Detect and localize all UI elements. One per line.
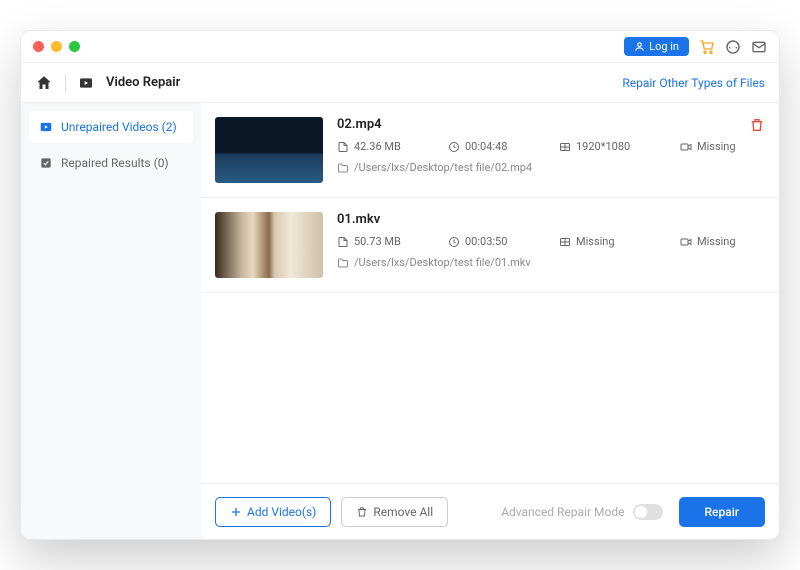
file-camera: Missing xyxy=(680,140,765,153)
divider xyxy=(65,74,66,92)
file-path: /Users/lxs/Desktop/test file/02.mp4 xyxy=(337,161,765,174)
file-card: 02.mp4 42.36 MB 00:04:48 xyxy=(201,103,779,198)
footer: Add Video(s) Remove All Advanced Repair … xyxy=(201,483,779,539)
file-name: 01.mkv xyxy=(337,212,765,227)
resolution-icon xyxy=(559,236,571,248)
titlebar-actions: Log in xyxy=(624,37,767,56)
trash-icon xyxy=(356,506,368,518)
camera-icon xyxy=(680,141,692,153)
login-label: Log in xyxy=(649,40,679,53)
home-icon[interactable] xyxy=(35,74,53,92)
titlebar: Log in xyxy=(21,31,779,63)
minimize-window[interactable] xyxy=(51,41,62,52)
resolution-icon xyxy=(559,141,571,153)
delete-button[interactable] xyxy=(749,117,765,133)
file-camera: Missing xyxy=(680,235,765,248)
sidebar-item-label: Unrepaired Videos (2) xyxy=(61,120,177,134)
thumbnail[interactable] xyxy=(215,117,323,183)
clock-icon xyxy=(448,236,460,248)
file-name: 02.mp4 xyxy=(337,117,765,132)
file-meta: 01.mkv 50.73 MB 00:03:50 xyxy=(337,212,765,278)
file-resolution: 1920*1080 xyxy=(559,140,654,153)
user-icon xyxy=(634,41,645,52)
thumbnail[interactable] xyxy=(215,212,323,278)
file-duration: 00:04:48 xyxy=(448,140,533,153)
results-icon xyxy=(39,156,53,170)
video-repair-icon xyxy=(78,75,94,91)
clock-icon xyxy=(448,141,460,153)
file-list: 02.mp4 42.36 MB 00:04:48 xyxy=(201,103,779,483)
file-resolution: Missing xyxy=(559,235,654,248)
advanced-toggle[interactable] xyxy=(633,504,663,520)
support-icon[interactable] xyxy=(725,39,741,55)
body: Unrepaired Videos (2) Repaired Results (… xyxy=(21,103,779,539)
sidebar-item-unrepaired[interactable]: Unrepaired Videos (2) xyxy=(29,111,193,143)
file-path: /Users/lxs/Desktop/test file/01.mkv xyxy=(337,256,765,269)
app-window: Log in Video Repair Repair Other Types xyxy=(20,30,780,540)
footer-left: Add Video(s) Remove All xyxy=(215,497,448,527)
remove-all-button[interactable]: Remove All xyxy=(341,497,448,527)
folder-icon xyxy=(337,257,349,269)
folder-icon xyxy=(337,162,349,174)
add-video-button[interactable]: Add Video(s) xyxy=(215,497,331,527)
file-meta: 02.mp4 42.36 MB 00:04:48 xyxy=(337,117,765,183)
meta-row: 50.73 MB 00:03:50 Missing xyxy=(337,235,765,248)
mail-icon[interactable] xyxy=(751,39,767,55)
window-controls xyxy=(33,41,80,52)
meta-row: 42.36 MB 00:04:48 1920*1080 xyxy=(337,140,765,153)
file-icon xyxy=(337,236,349,248)
file-size: 50.73 MB xyxy=(337,235,422,248)
advanced-mode: Advanced Repair Mode xyxy=(501,504,662,520)
header-left: Video Repair xyxy=(35,74,180,92)
maximize-window[interactable] xyxy=(69,41,80,52)
cart-icon[interactable] xyxy=(699,39,715,55)
login-button[interactable]: Log in xyxy=(624,37,689,56)
file-duration: 00:03:50 xyxy=(448,235,533,248)
close-window[interactable] xyxy=(33,41,44,52)
repair-other-link[interactable]: Repair Other Types of Files xyxy=(622,76,765,90)
main: 02.mp4 42.36 MB 00:04:48 xyxy=(201,103,779,539)
repair-button[interactable]: Repair xyxy=(679,497,766,527)
plus-icon xyxy=(230,506,242,518)
footer-right: Advanced Repair Mode Repair xyxy=(501,497,765,527)
camera-icon xyxy=(680,236,692,248)
file-card: 01.mkv 50.73 MB 00:03:50 xyxy=(201,198,779,293)
video-icon xyxy=(39,120,53,134)
sidebar-item-label: Repaired Results (0) xyxy=(61,156,169,170)
file-size: 42.36 MB xyxy=(337,140,422,153)
header: Video Repair Repair Other Types of Files xyxy=(21,63,779,103)
trash-icon xyxy=(749,117,765,133)
sidebar-item-repaired[interactable]: Repaired Results (0) xyxy=(29,147,193,179)
file-icon xyxy=(337,141,349,153)
page-title: Video Repair xyxy=(106,75,180,90)
sidebar: Unrepaired Videos (2) Repaired Results (… xyxy=(21,103,201,539)
